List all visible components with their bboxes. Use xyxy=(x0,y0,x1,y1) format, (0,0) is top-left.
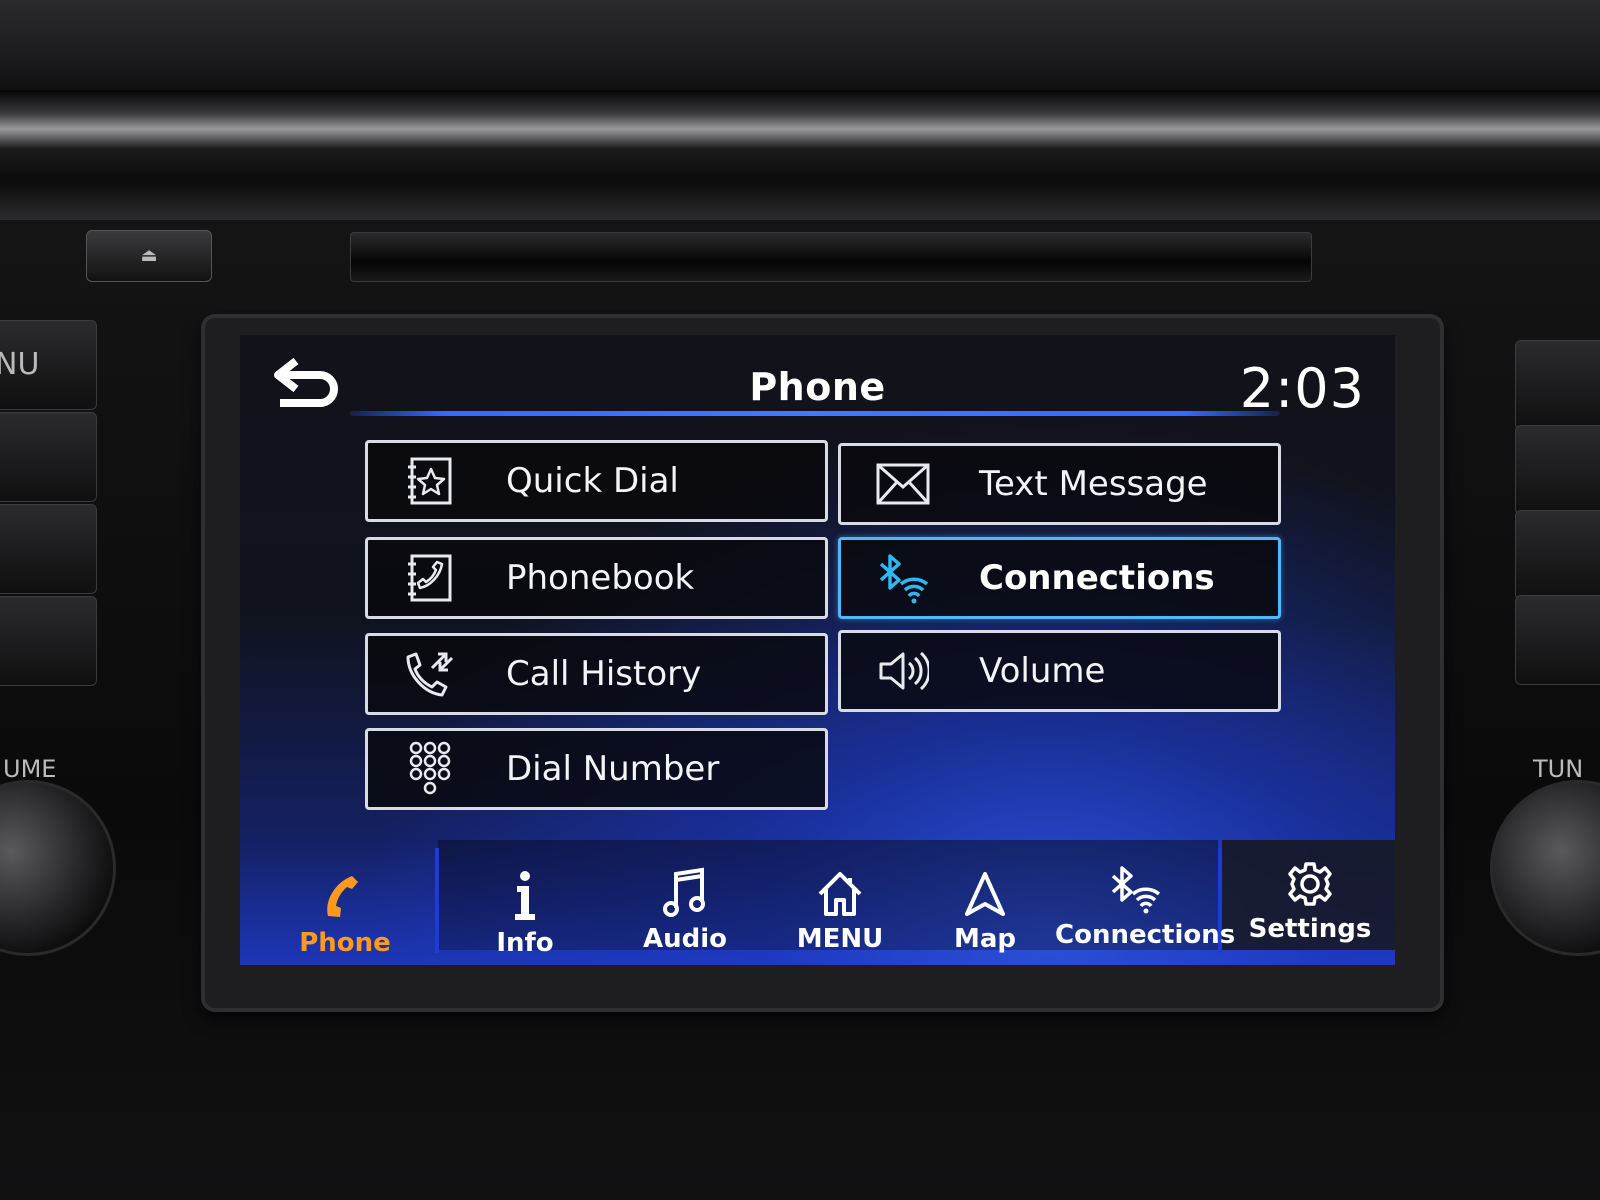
dial-number-label: Dial Number xyxy=(506,749,720,789)
nav-menu-label: MENU xyxy=(796,924,884,954)
nav-info[interactable]: Info xyxy=(455,860,595,965)
phonebook-icon xyxy=(400,550,460,606)
phonebook-button[interactable]: Phonebook xyxy=(365,537,828,619)
hardware-right-button-2[interactable] xyxy=(1515,425,1600,515)
bluetooth-wifi-icon xyxy=(1055,852,1215,914)
quick-dial-label: Quick Dial xyxy=(506,461,679,501)
home-icon xyxy=(765,856,915,918)
navigation-arrow-icon xyxy=(920,856,1050,918)
eject-icon: ⏏ xyxy=(140,245,158,266)
hardware-button-2[interactable] xyxy=(0,412,97,502)
music-note-icon xyxy=(610,856,760,918)
call-history-label: Call History xyxy=(506,654,702,694)
nav-audio-label: Audio xyxy=(642,924,728,954)
nav-phone[interactable]: Phone xyxy=(260,860,430,965)
info-icon xyxy=(455,860,595,922)
infotainment-screen: Phone 2:03 Quick Dial Text Message Phone… xyxy=(240,335,1395,965)
hardware-label: NU xyxy=(0,347,40,382)
call-history-icon xyxy=(400,646,460,702)
quick-dial-button[interactable]: Quick Dial xyxy=(365,440,828,522)
hardware-right-button-1[interactable] xyxy=(1515,340,1600,430)
speaker-volume-icon xyxy=(873,643,933,699)
phone-handset-icon xyxy=(260,860,430,922)
nav-connections[interactable]: Connections xyxy=(1055,852,1236,965)
connections-label: Connections xyxy=(979,558,1215,598)
hardware-button-4[interactable] xyxy=(0,596,97,686)
dashboard-top xyxy=(0,0,1600,95)
hardware-button-3[interactable] xyxy=(0,504,97,594)
nav-phone-label: Phone xyxy=(299,928,391,958)
text-message-label: Text Message xyxy=(979,464,1208,504)
chrome-trim xyxy=(0,90,1600,220)
title-divider xyxy=(350,411,1280,416)
nav-audio[interactable]: Audio xyxy=(610,856,760,965)
nav-map[interactable]: Map xyxy=(920,856,1050,965)
call-history-button[interactable]: Call History xyxy=(365,633,828,715)
envelope-icon xyxy=(873,456,933,512)
bluetooth-wifi-icon xyxy=(873,550,933,606)
dial-number-button[interactable]: Dial Number xyxy=(365,728,828,810)
nav-map-label: Map xyxy=(953,924,1017,954)
nav-menu[interactable]: MENU xyxy=(765,856,915,965)
hardware-right-button-4[interactable] xyxy=(1515,595,1600,685)
nav-settings[interactable]: Settings xyxy=(1235,846,1385,965)
screen-title: Phone xyxy=(749,365,886,409)
nav-info-label: Info xyxy=(496,928,554,958)
text-message-button[interactable]: Text Message xyxy=(838,443,1281,525)
tune-knob-label: TUN xyxy=(1533,755,1584,783)
gear-icon xyxy=(1235,846,1385,908)
bottom-nav-bar: Phone Info Audio MENU Map Connections Se… xyxy=(240,840,1395,965)
nav-settings-label: Settings xyxy=(1248,914,1372,944)
hardware-menu-button[interactable]: NU xyxy=(0,320,97,410)
keypad-icon xyxy=(400,741,460,797)
volume-knob-label: UME xyxy=(3,755,57,783)
volume-button[interactable]: Volume xyxy=(838,630,1281,712)
nav-divider xyxy=(435,848,439,953)
quick-dial-star-book-icon xyxy=(400,453,460,509)
hardware-right-button-3[interactable] xyxy=(1515,510,1600,600)
nav-connections-label: Connections xyxy=(1055,920,1236,950)
volume-label: Volume xyxy=(979,651,1106,691)
cd-slot xyxy=(350,232,1312,282)
connections-button[interactable]: Connections xyxy=(838,537,1281,619)
eject-button[interactable]: ⏏ xyxy=(86,230,212,282)
phonebook-label: Phonebook xyxy=(506,558,695,598)
